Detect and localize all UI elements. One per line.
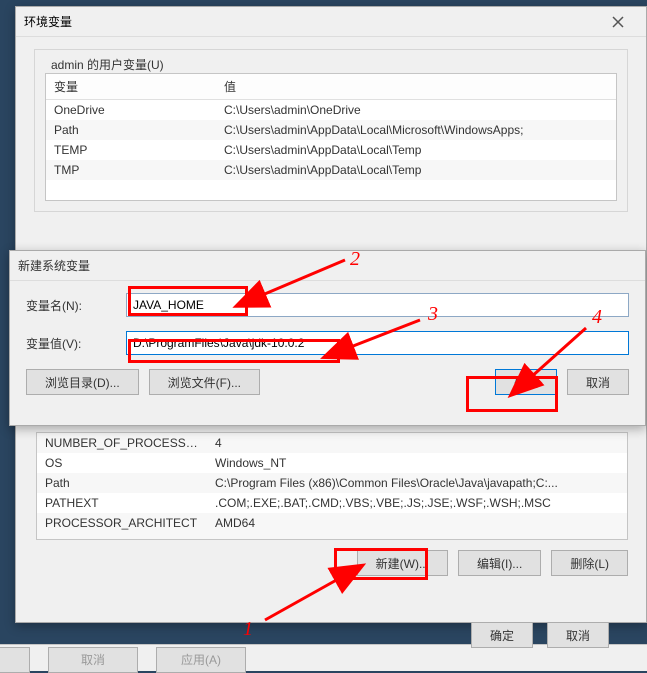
background-window-buttons: 定 取消 应用(A) [0,644,647,671]
table-row[interactable]: PATHEXT .COM;.EXE;.BAT;.CMD;.VBS;.VBE;.J… [37,493,627,513]
empty-space [46,180,616,200]
table-header: 变量 值 [46,74,616,100]
system-vars-table: NUMBER_OF_PROCESSORS 4 OS Windows_NT Pat… [36,432,628,540]
system-vars-buttons: 新建(W)... 编辑(I)... 删除(L) [36,550,628,576]
table-row[interactable]: NUMBER_OF_PROCESSORS 4 [37,433,627,453]
cell-var: Path [37,473,207,493]
user-vars-table: 变量 值 OneDrive C:\Users\admin\OneDrive Pa… [45,73,617,201]
browse-file-button[interactable]: 浏览文件(F)... [149,369,260,395]
user-vars-group: admin 的用户变量(U) 变量 值 OneDrive C:\Users\ad… [34,49,628,212]
cell-val: C:\Users\admin\AppData\Local\Microsoft\W… [216,120,616,140]
cell-val: .COM;.EXE;.BAT;.CMD;.VBS;.VBE;.JS;.JSE;.… [207,493,627,513]
cancel-button[interactable]: 取消 [567,369,629,395]
bg-ok-button: 定 [0,647,30,673]
titlebar: 环境变量 [16,7,646,37]
close-icon[interactable] [598,8,638,36]
user-vars-group-title: admin 的用户变量(U) [47,56,168,73]
varvalue-input[interactable] [126,331,629,355]
new-button[interactable]: 新建(W)... [357,550,448,576]
ok-button[interactable]: 确定 [495,369,557,395]
cell-val: C:\Users\admin\AppData\Local\Temp [216,140,616,160]
cell-var: PROCESSOR_ARCHITECT [37,513,207,533]
edit-button[interactable]: 编辑(I)... [458,550,541,576]
cell-val: C:\Program Files (x86)\Common Files\Orac… [207,473,627,493]
th-val[interactable]: 值 [216,74,616,99]
table-row[interactable]: Path C:\Program Files (x86)\Common Files… [37,473,627,493]
cell-var: TEMP [46,140,216,160]
cell-var: NUMBER_OF_PROCESSORS [37,433,207,453]
varname-input[interactable] [126,293,629,317]
table-row[interactable]: TMP C:\Users\admin\AppData\Local\Temp [46,160,616,180]
cell-var: OS [37,453,207,473]
bg-apply-button: 应用(A) [156,647,246,673]
table-row[interactable]: OneDrive C:\Users\admin\OneDrive [46,100,616,120]
th-var[interactable]: 变量 [46,74,216,99]
dialog-title: 环境变量 [24,13,72,30]
delete-button[interactable]: 删除(L) [551,550,628,576]
newvar-title: 新建系统变量 [10,251,645,281]
table-row[interactable]: OS Windows_NT [37,453,627,473]
bg-cancel-button: 取消 [48,647,138,673]
cell-var: Path [46,120,216,140]
varname-label: 变量名(N): [26,297,126,314]
cell-var: TMP [46,160,216,180]
empty-space [37,533,627,539]
cell-val: Windows_NT [207,453,627,473]
cell-val: AMD64 [207,513,627,533]
cell-val: C:\Users\admin\AppData\Local\Temp [216,160,616,180]
system-vars-area: NUMBER_OF_PROCESSORS 4 OS Windows_NT Pat… [36,432,628,576]
browse-dir-button[interactable]: 浏览目录(D)... [26,369,139,395]
cancel-button[interactable]: 取消 [547,622,609,648]
cell-val: C:\Users\admin\OneDrive [216,100,616,120]
table-row[interactable]: Path C:\Users\admin\AppData\Local\Micros… [46,120,616,140]
table-row[interactable]: TEMP C:\Users\admin\AppData\Local\Temp [46,140,616,160]
cell-var: PATHEXT [37,493,207,513]
varvalue-label: 变量值(V): [26,335,126,352]
cell-var: OneDrive [46,100,216,120]
new-sysvar-dialog: 新建系统变量 变量名(N): 变量值(V): 浏览目录(D)... 浏览文件(F… [9,250,646,426]
ok-button[interactable]: 确定 [471,622,533,648]
dialog-bottom-buttons: 确定 取消 [471,622,619,648]
cell-val: 4 [207,433,627,453]
table-row[interactable]: PROCESSOR_ARCHITECT AMD64 [37,513,627,533]
